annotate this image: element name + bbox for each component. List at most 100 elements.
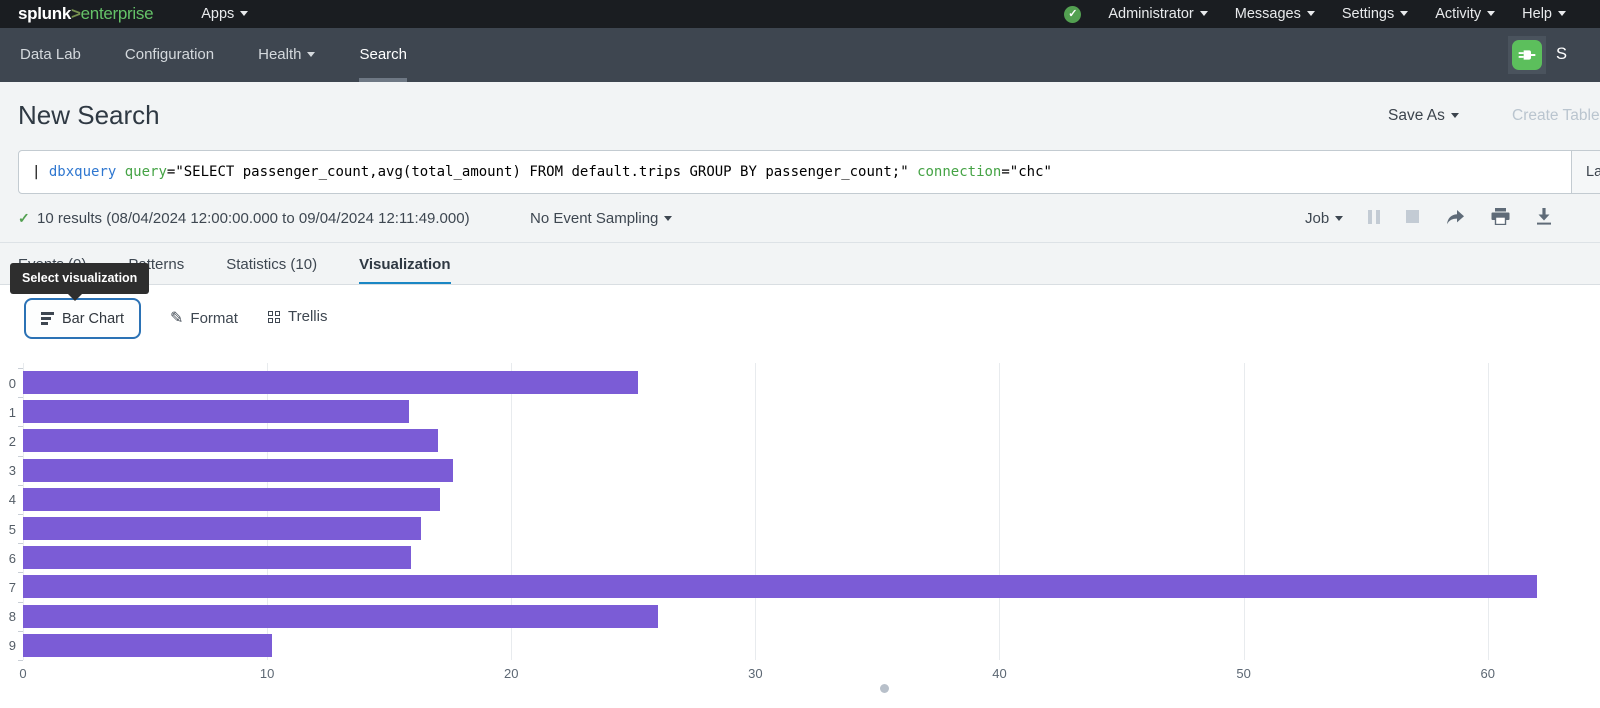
x-axis-label: 50 — [1236, 666, 1250, 681]
axis-tick — [18, 572, 23, 573]
chart-gridline — [1244, 363, 1245, 660]
time-range-picker[interactable]: Last — [1571, 151, 1600, 193]
results-summary: 10 results (08/04/2024 12:00:00.000 to 0… — [37, 210, 470, 227]
pause-button[interactable] — [1368, 210, 1380, 224]
spl-param1-key: query — [125, 164, 167, 180]
print-icon — [1491, 208, 1510, 225]
bar-passenger-count-6[interactable] — [23, 546, 411, 569]
axis-tick — [18, 456, 23, 457]
nav-item-data-lab[interactable]: Data Lab — [20, 28, 81, 82]
y-axis-label: 5 — [0, 522, 16, 537]
bar-passenger-count-4[interactable] — [23, 488, 440, 511]
topbar-menu-label: Help — [1522, 6, 1552, 22]
y-axis-label: 0 — [0, 376, 16, 391]
chevron-down-icon — [1200, 11, 1208, 16]
chart-gridline — [1488, 363, 1489, 660]
topbar-menu-administrator[interactable]: Administrator — [1108, 6, 1207, 22]
nav-item-search[interactable]: Search — [359, 28, 407, 82]
chevron-down-icon — [1400, 11, 1408, 16]
save-as-button[interactable]: Save As — [1388, 107, 1459, 125]
topbar: splunk>enterprise Apps ✓ Administrator Me… — [0, 0, 1600, 28]
check-icon: ✓ — [18, 210, 30, 227]
bar-passenger-count-1[interactable] — [23, 400, 409, 423]
trellis-button[interactable]: Trellis — [268, 308, 327, 325]
axis-tick — [18, 368, 23, 369]
topbar-menu-settings[interactable]: Settings — [1342, 6, 1408, 22]
export-button[interactable] — [1536, 208, 1552, 225]
stop-button[interactable] — [1406, 210, 1419, 223]
search-bar[interactable]: | dbxquery query="SELECT passenger_count… — [18, 150, 1600, 194]
bar-passenger-count-0[interactable] — [23, 371, 638, 394]
bar-passenger-count-5[interactable] — [23, 517, 421, 540]
topbar-menu-label: Settings — [1342, 6, 1394, 22]
page-title: New Search — [18, 100, 160, 131]
tab-statistics-10[interactable]: Statistics (10) — [226, 256, 317, 283]
trellis-label: Trellis — [288, 308, 327, 325]
chart-gridline — [999, 363, 1000, 660]
search-input[interactable]: | dbxquery query="SELECT passenger_count… — [32, 164, 1052, 180]
nav-item-label: Data Lab — [20, 46, 81, 63]
app-badge[interactable] — [1508, 36, 1546, 74]
bar-chart: 01020304050600123456789 — [0, 360, 1600, 700]
bar-chart-button[interactable]: Bar Chart — [24, 298, 141, 339]
bar-passenger-count-2[interactable] — [23, 429, 438, 452]
scroll-indicator-dot[interactable] — [880, 684, 889, 693]
topbar-menu-help[interactable]: Help — [1522, 6, 1566, 22]
spl-param1-value: ="SELECT passenger_count,avg(total_amoun… — [167, 164, 909, 180]
y-axis-label: 8 — [0, 609, 16, 624]
topbar-menu-activity[interactable]: Activity — [1435, 6, 1495, 22]
splunk-logo[interactable]: splunk>enterprise — [18, 4, 153, 24]
spl-param2-value: ="chc" — [1001, 164, 1052, 180]
axis-tick — [18, 426, 23, 427]
format-button[interactable]: ✎ Format — [170, 308, 238, 328]
bar-passenger-count-9[interactable] — [23, 634, 272, 657]
status-ok-icon[interactable]: ✓ — [1064, 6, 1081, 23]
chevron-down-icon — [1451, 113, 1459, 118]
spl-command: dbxquery — [49, 164, 116, 180]
topbar-menu-messages[interactable]: Messages — [1235, 6, 1315, 22]
topbar-menu-label: Administrator — [1108, 6, 1193, 22]
y-axis-label: 4 — [0, 492, 16, 507]
event-sampling-label: No Event Sampling — [530, 210, 658, 227]
chevron-down-icon — [307, 52, 315, 57]
topbar-menu-label: Messages — [1235, 6, 1301, 22]
logo-chevron: > — [71, 4, 81, 23]
x-axis-label: 20 — [504, 666, 518, 681]
apps-menu[interactable]: Apps — [201, 6, 248, 22]
share-button[interactable] — [1445, 209, 1465, 225]
tab-visualization[interactable]: Visualization — [359, 256, 450, 283]
x-axis-label: 40 — [992, 666, 1006, 681]
axis-tick — [18, 543, 23, 544]
logo-brand: splunk — [18, 4, 71, 23]
y-axis-label: 9 — [0, 638, 16, 653]
chevron-down-icon — [1335, 216, 1343, 221]
divider — [0, 242, 1600, 243]
x-axis-label: 10 — [260, 666, 274, 681]
bar-passenger-count-7[interactable] — [23, 575, 1537, 598]
axis-tick — [18, 631, 23, 632]
bar-passenger-count-3[interactable] — [23, 459, 453, 482]
create-table-button[interactable]: Create Table — [1512, 107, 1600, 125]
job-controls — [1368, 208, 1552, 225]
trellis-icon — [268, 311, 280, 323]
nav-item-configuration[interactable]: Configuration — [125, 28, 214, 82]
nav-item-health[interactable]: Health — [258, 28, 315, 82]
apps-label: Apps — [201, 6, 234, 22]
chevron-down-icon — [1558, 11, 1566, 16]
job-label: Job — [1305, 210, 1329, 227]
bar-passenger-count-8[interactable] — [23, 605, 658, 628]
chart-type-label: Bar Chart — [62, 311, 124, 327]
axis-tick — [18, 514, 23, 515]
y-axis-label: 6 — [0, 551, 16, 566]
spl-param2-key: connection — [917, 164, 1001, 180]
event-sampling-dropdown[interactable]: No Event Sampling — [530, 210, 672, 227]
job-menu[interactable]: Job — [1305, 210, 1343, 227]
print-button[interactable] — [1491, 208, 1510, 225]
y-axis-label: 2 — [0, 434, 16, 449]
db-connect-plug-icon — [1512, 40, 1542, 70]
y-axis-label: 3 — [0, 463, 16, 478]
chevron-down-icon — [664, 216, 672, 221]
stop-icon — [1406, 210, 1419, 223]
chevron-down-icon — [1307, 11, 1315, 16]
y-axis-label: 1 — [0, 405, 16, 420]
